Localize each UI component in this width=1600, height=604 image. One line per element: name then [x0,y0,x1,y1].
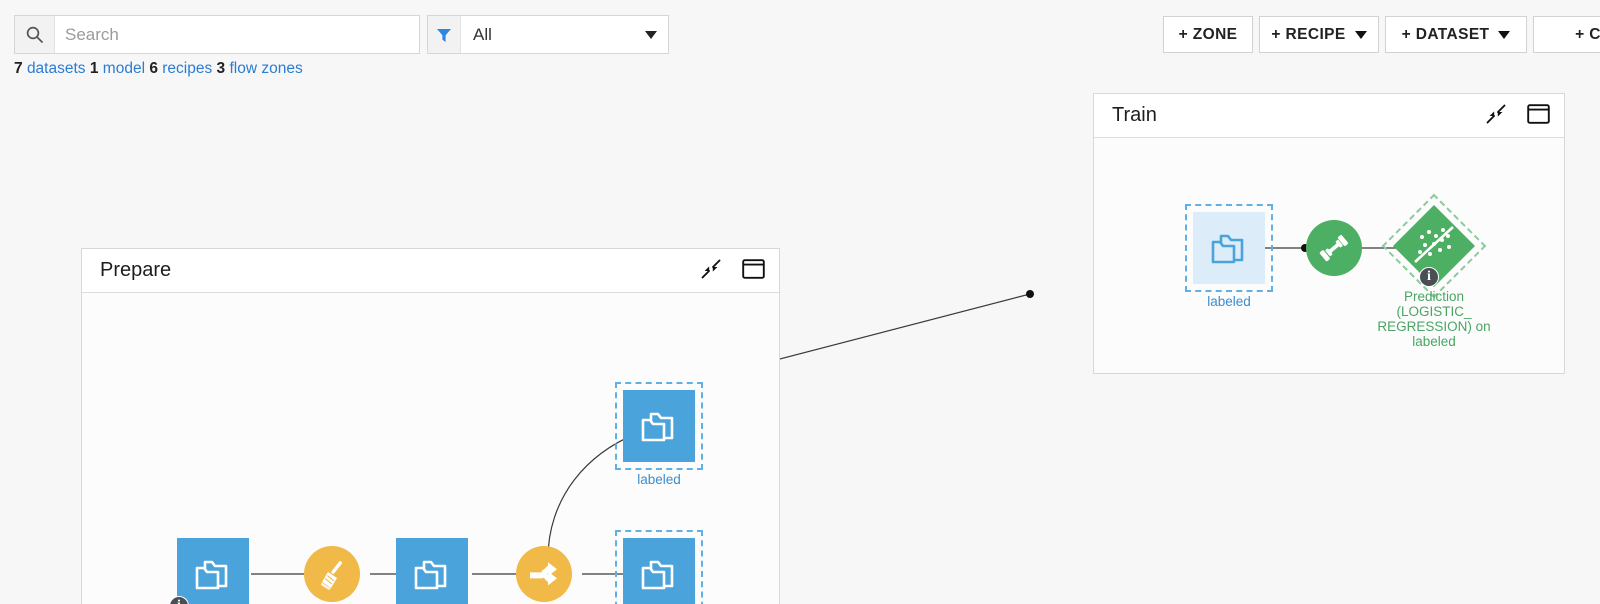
models-link[interactable]: model [103,60,145,77]
filter-value: All [473,24,492,44]
dataset-icon [177,538,249,604]
node-missing-survived[interactable]: missing_survived [615,530,703,604]
selection-outline [615,530,703,604]
node-label: Prediction (LOGISTIC_ REGRESSION) on lab… [1377,289,1491,349]
node-recipe-clean[interactable] [304,546,360,602]
node-recipe-train[interactable] [1306,220,1362,276]
add-chart-label: + C [1575,25,1600,43]
add-recipe-button[interactable]: + RECIPE [1259,16,1379,53]
add-dataset-button[interactable]: + DATASET [1385,16,1527,53]
node-label: labeled [1207,294,1251,309]
chevron-down-icon [1498,30,1511,39]
info-badge-icon[interactable]: i [1419,267,1439,287]
datasets-count: 7 [14,60,23,77]
broom-icon [304,546,360,602]
selection-outline [1185,204,1273,292]
add-dataset-label: + DATASET [1401,25,1490,43]
collapse-arrows-icon[interactable] [700,258,722,285]
collapse-arrows-icon[interactable] [1485,103,1507,130]
add-zone-button[interactable]: + ZONE [1163,16,1253,53]
zone-train-body[interactable]: labeled i Prediction (LOGISTIC_ REGRESSI… [1094,138,1564,373]
node-train-labeled[interactable]: labeled [1185,204,1273,309]
add-chart-button[interactable]: + C [1533,16,1600,53]
node-label: labeled [637,472,681,487]
chevron-down-icon[interactable] [634,16,668,53]
recipes-count: 6 [149,60,158,77]
selection-outline [615,382,703,470]
zone-prepare-header[interactable]: Prepare [82,249,779,293]
zone-train-title: Train [1112,104,1157,126]
search-icon [15,16,55,53]
node-labeled[interactable]: labeled [615,382,703,487]
flow-canvas[interactable]: Prepare labeled Train labeled i Predicti… [0,62,1600,604]
filter-icon [428,16,461,53]
dumbbell-train-icon [1306,220,1362,276]
node-data-prepared[interactable]: data_prepared [396,538,468,604]
zones-link[interactable]: flow zones [229,60,302,77]
dataset-icon [396,538,468,604]
zones-count: 3 [216,60,226,77]
filter-select[interactable]: All [427,15,669,54]
add-zone-label: + ZONE [1178,25,1238,43]
maximize-window-icon[interactable] [1527,103,1550,129]
flow-page: All 7 datasets 1 model 6 recipes 3 flow … [0,0,1600,604]
zone-prepare-title: Prepare [100,259,172,281]
add-recipe-label: + RECIPE [1271,25,1346,43]
zone-prepare-body[interactable]: i titanic_data [82,293,779,604]
split-icon [516,546,572,602]
datasets-link[interactable]: datasets [27,60,86,77]
search-input[interactable] [55,16,419,53]
models-count: 1 [89,60,99,77]
chevron-down-icon [1354,30,1367,39]
zone-prepare[interactable]: Prepare labeled [81,248,780,604]
search-box[interactable] [14,15,420,54]
node-model-prediction[interactable]: i Prediction (LOGISTIC_ REGRESSION) on l… [1377,193,1491,349]
zone-train[interactable]: Train labeled i Prediction (LOGISTIC_ RE… [1093,93,1565,374]
node-recipe-split[interactable] [516,546,572,602]
maximize-window-icon[interactable] [742,258,765,284]
flow-counts: 7 datasets 1 model 6 recipes 3 flow zone… [14,60,303,78]
node-titanic-data[interactable]: i titanic_data [169,538,249,604]
recipes-link[interactable]: recipes [162,60,212,77]
zone-train-header[interactable]: Train [1094,94,1564,138]
top-toolbar: All 7 datasets 1 model 6 recipes 3 flow … [0,0,1600,77]
